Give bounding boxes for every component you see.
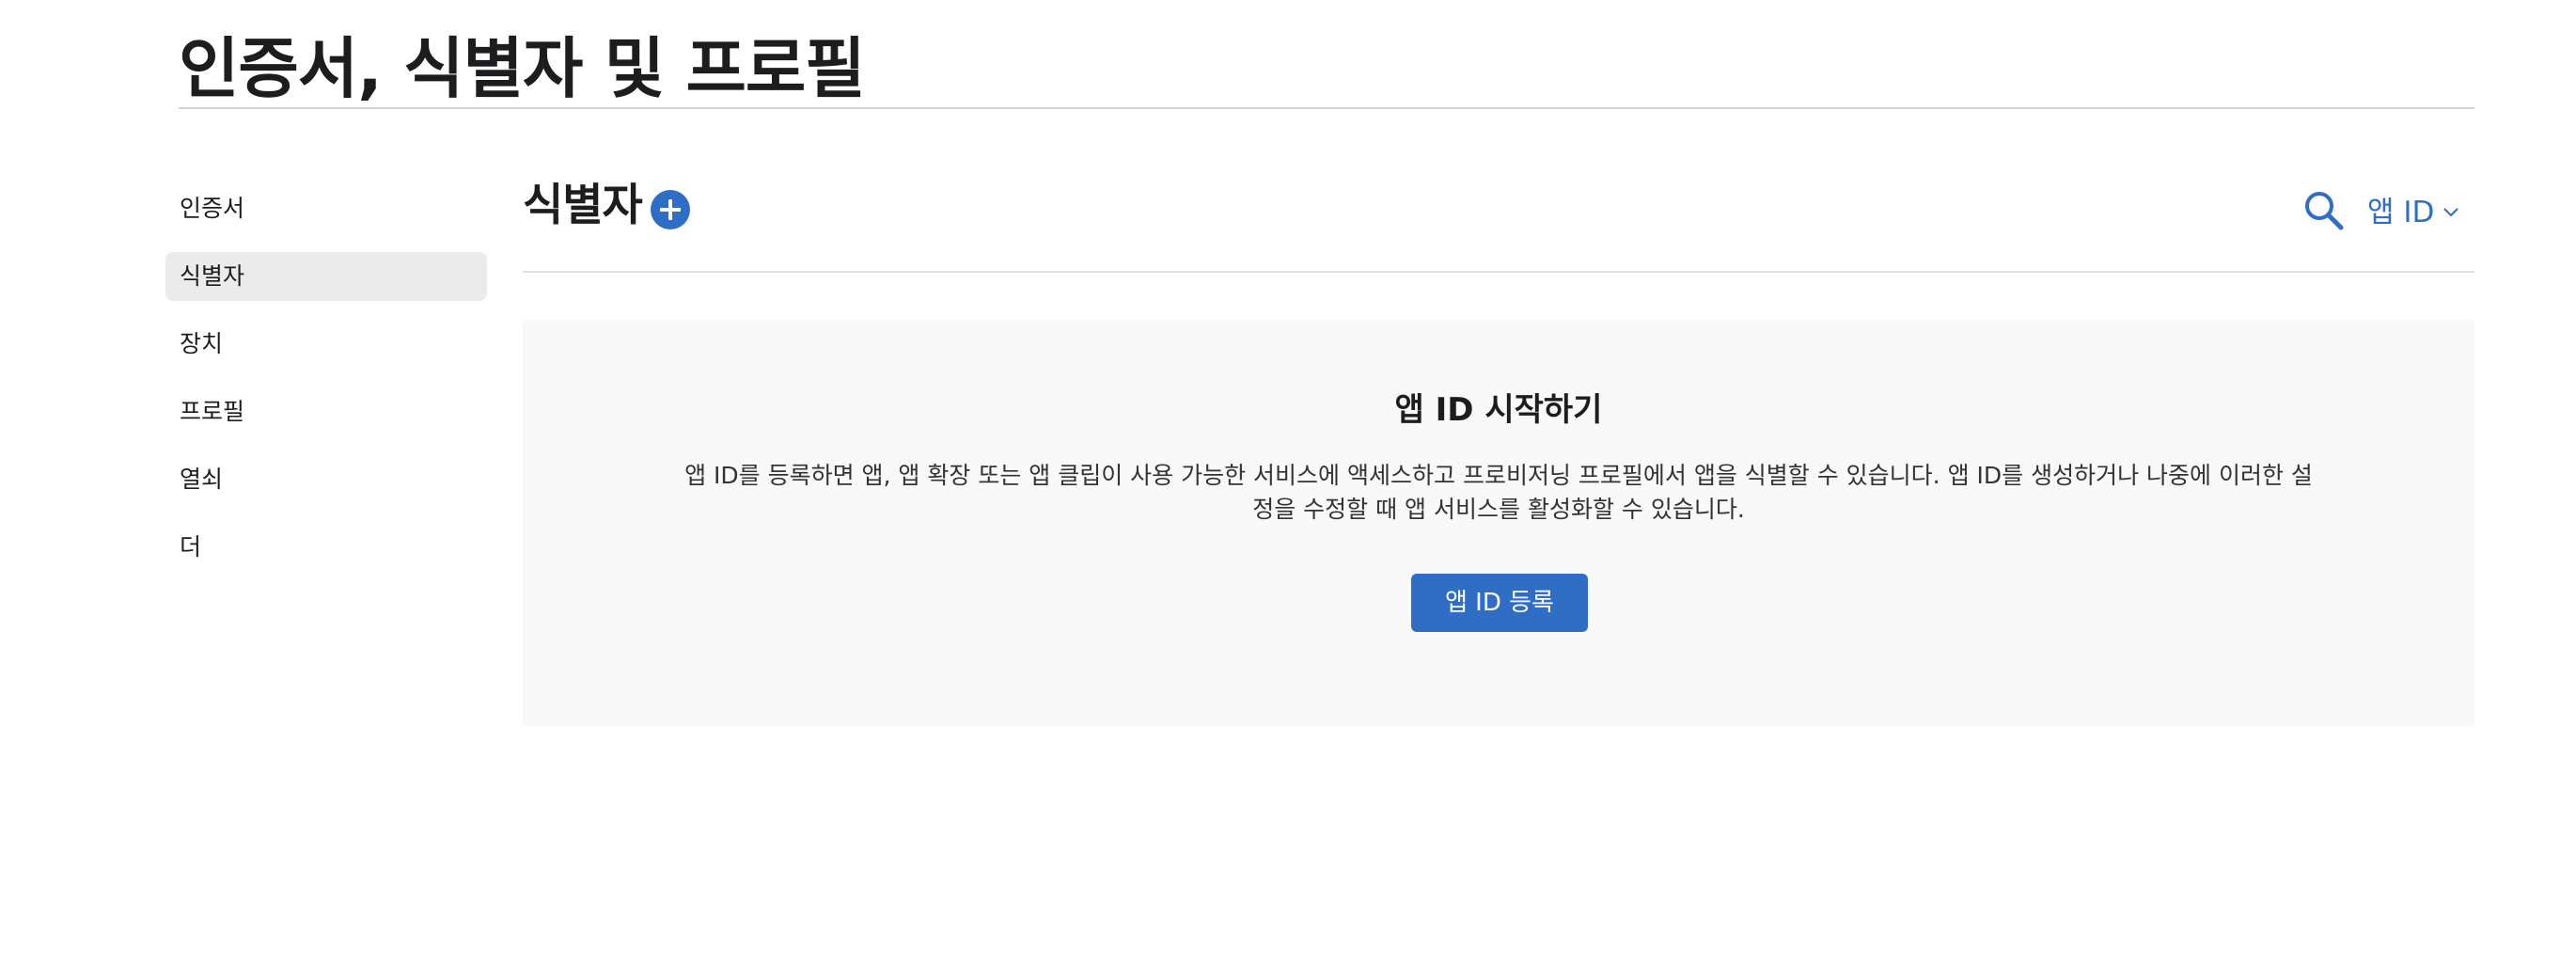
empty-state-title: 앱 ID 시작하기 xyxy=(1394,391,1603,429)
search-button[interactable] xyxy=(2301,188,2347,233)
empty-state-panel: 앱 ID 시작하기 앱 ID를 등록하면 앱, 앱 확장 또는 앱 클립이 사용… xyxy=(523,320,2474,726)
sidebar-item-devices[interactable]: 장치 xyxy=(165,320,487,369)
section-divider xyxy=(523,271,2474,273)
sidebar-item-identifiers[interactable]: 식별자 xyxy=(165,252,487,301)
sidebar-item-profiles[interactable]: 프로필 xyxy=(165,387,487,436)
sidebar-item-keys[interactable]: 열쇠 xyxy=(165,455,487,504)
sidebar-item-certificates[interactable]: 인증서 xyxy=(165,184,487,233)
section-title: 식별자 xyxy=(523,180,643,231)
title-divider xyxy=(179,107,2474,109)
sidebar: 인증서 식별자 장치 프로필 열쇠 더 xyxy=(165,184,487,591)
search-icon xyxy=(2305,192,2344,230)
empty-state-description: 앱 ID를 등록하면 앱, 앱 확장 또는 앱 클립이 사용 가능한 서비스에 … xyxy=(684,462,2313,523)
register-app-id-button[interactable]: 앱 ID 등록 xyxy=(1411,574,1588,632)
page-title: 인증서, 식별자 및 프로필 xyxy=(179,30,866,107)
chevron-down-icon xyxy=(2443,208,2459,217)
sidebar-item-more[interactable]: 더 xyxy=(165,523,487,572)
add-identifier-button[interactable] xyxy=(651,190,690,229)
plus-circle-icon xyxy=(660,199,681,220)
identifier-type-filter[interactable]: 앱 ID xyxy=(2367,184,2460,233)
page: 인증서, 식별자 및 프로필 인증서 식별자 장치 프로필 열쇠 더 식별자 앱… xyxy=(0,0,2576,963)
filter-selected-value: 앱 ID xyxy=(2367,195,2435,229)
